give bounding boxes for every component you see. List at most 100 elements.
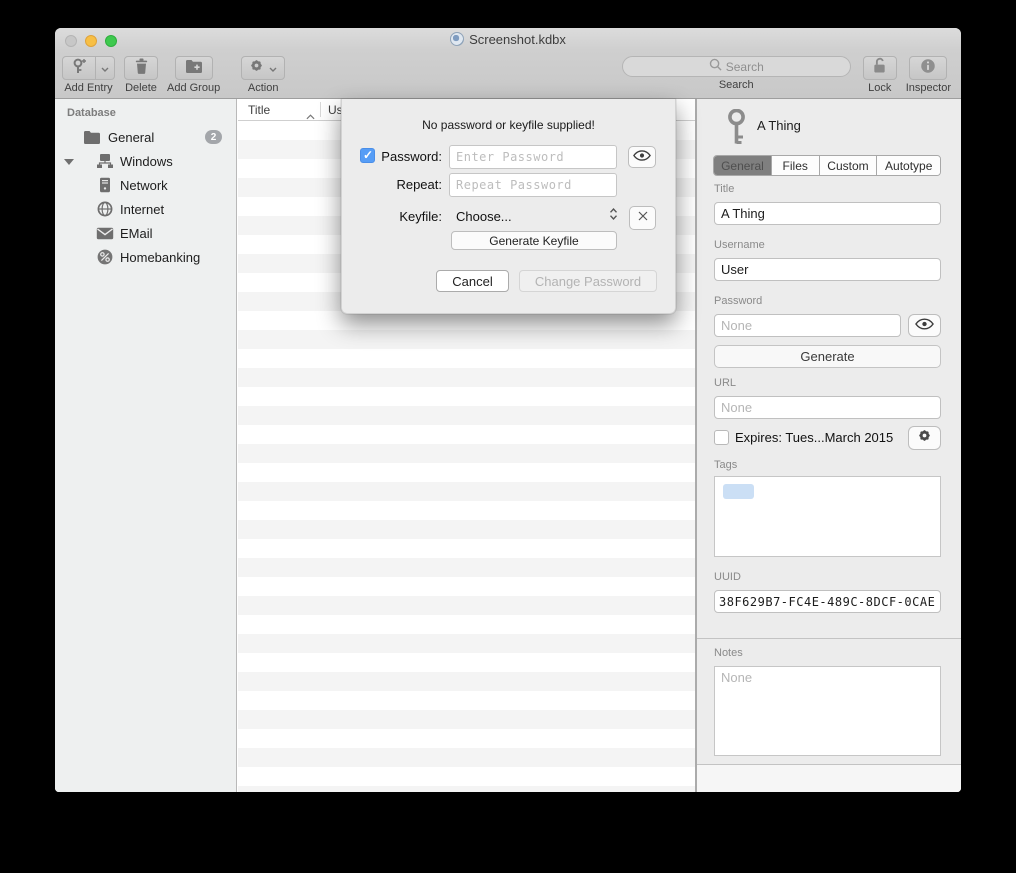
inspector-label: Inspector (906, 82, 951, 94)
add-entry-label: Add Entry (64, 82, 112, 94)
tab-files[interactable]: Files (772, 156, 820, 175)
uuid-label: UUID (714, 571, 741, 583)
notes-label: Notes (714, 647, 743, 659)
lock-button[interactable] (863, 56, 897, 80)
repeat-password-input[interactable] (449, 173, 617, 197)
sidebar-item-label: Windows (120, 154, 173, 169)
key-plus-icon (72, 58, 86, 79)
keyfile-label: Keyfile: (360, 209, 442, 224)
globe-icon (96, 200, 114, 218)
percent-icon (96, 248, 114, 266)
search-label: Search (719, 79, 754, 91)
sidebar-item-internet[interactable]: Internet (55, 197, 236, 221)
delete-label: Delete (125, 82, 157, 94)
inspector-footer (697, 764, 961, 792)
app-window: Screenshot.kdbx Ad (55, 28, 961, 792)
lock-open-icon (872, 57, 887, 79)
close-x-icon (637, 209, 649, 227)
username-field[interactable] (714, 258, 941, 281)
sidebar: Database General 2 Windows (55, 99, 237, 792)
change-password-button[interactable]: Change Password (519, 270, 657, 292)
add-entry-button[interactable] (62, 56, 96, 80)
search-icon (709, 58, 722, 76)
add-group-label: Add Group (167, 82, 220, 94)
windows-network-icon (96, 152, 114, 170)
tab-general[interactable]: General (714, 156, 772, 175)
username-label: Username (714, 239, 765, 251)
column-divider[interactable] (320, 102, 321, 117)
stepper-icon[interactable] (609, 207, 618, 226)
sidebar-item-label: EMail (120, 226, 153, 241)
cancel-button[interactable]: Cancel (436, 270, 509, 292)
uuid-field[interactable] (714, 590, 941, 613)
screen: Screenshot.kdbx Ad (0, 0, 1016, 873)
toolbar: Add Entry Delete Add Group (55, 50, 961, 99)
tags-label: Tags (714, 459, 737, 471)
password-field[interactable] (714, 314, 901, 337)
tab-custom[interactable]: Custom (820, 156, 878, 175)
add-entry-dropdown-button[interactable] (96, 56, 115, 80)
info-icon (920, 58, 936, 79)
sidebar-section-header: Database (67, 107, 116, 119)
keyfile-popup[interactable]: Choose... (456, 209, 512, 224)
server-icon (96, 176, 114, 194)
generate-keyfile-button[interactable]: Generate Keyfile (451, 231, 617, 250)
repeat-label: Repeat: (360, 177, 442, 192)
notes-field[interactable] (714, 666, 941, 756)
expires-checkbox[interactable] (714, 430, 729, 445)
title-field[interactable] (714, 202, 941, 225)
add-group-button[interactable] (175, 56, 213, 80)
change-password-sheet: No password or keyfile supplied! Passwor… (341, 99, 676, 314)
sidebar-item-network[interactable]: Network (55, 173, 236, 197)
key-icon (726, 109, 747, 151)
sidebar-item-label: Internet (120, 202, 164, 217)
titlebar: Screenshot.kdbx (55, 28, 961, 50)
title-label: Title (714, 183, 734, 195)
url-field[interactable] (714, 396, 941, 419)
inspector-panel: A Thing General Files Custom Autotype Ti… (697, 99, 961, 792)
expires-label: Expires: Tues...March 2015 (735, 430, 893, 445)
inspector-button[interactable] (909, 56, 947, 80)
clear-keyfile-button[interactable] (629, 206, 656, 230)
chevron-down-icon (101, 59, 109, 77)
inspector-tabs: General Files Custom Autotype (713, 155, 941, 176)
tags-field[interactable] (714, 476, 941, 557)
eye-icon (915, 317, 934, 335)
content-area: Database General 2 Windows (55, 99, 961, 792)
enter-password-input[interactable] (449, 145, 617, 169)
folder-icon (83, 128, 101, 146)
sidebar-item-homebanking[interactable]: Homebanking (55, 245, 236, 269)
action-label: Action (248, 82, 279, 94)
lock-label: Lock (868, 82, 891, 94)
expires-options-button[interactable] (908, 426, 941, 450)
tab-autotype[interactable]: Autotype (877, 156, 940, 175)
tag-pill[interactable] (723, 484, 754, 499)
chevron-down-icon (269, 59, 277, 77)
eye-icon (633, 148, 651, 166)
gear-icon (249, 58, 264, 78)
sheet-message: No password or keyfile supplied! (342, 118, 675, 132)
gear-icon (917, 428, 932, 448)
action-button[interactable] (241, 56, 285, 80)
url-label: URL (714, 377, 736, 389)
trash-icon (134, 58, 149, 79)
sidebar-item-label: Homebanking (120, 250, 200, 265)
folder-plus-icon (185, 59, 203, 78)
password-label: Password: (360, 149, 442, 164)
entry-title: A Thing (757, 118, 801, 133)
column-header-title[interactable]: Title (248, 103, 270, 117)
search-input[interactable]: Search (622, 56, 851, 77)
count-badge: 2 (205, 130, 222, 144)
search-placeholder: Search (726, 60, 764, 74)
sidebar-item-general[interactable]: General 2 (55, 125, 236, 149)
reveal-password-button[interactable] (908, 314, 941, 337)
generate-password-button[interactable]: Generate (714, 345, 941, 368)
password-label: Password (714, 295, 762, 307)
reveal-password-button[interactable] (628, 146, 656, 168)
sidebar-item-email[interactable]: EMail (55, 221, 236, 245)
sidebar-item-label: General (108, 130, 154, 145)
envelope-icon (96, 224, 114, 242)
delete-button[interactable] (124, 56, 158, 80)
sidebar-item-windows[interactable]: Windows (55, 149, 236, 173)
sidebar-item-label: Network (120, 178, 168, 193)
